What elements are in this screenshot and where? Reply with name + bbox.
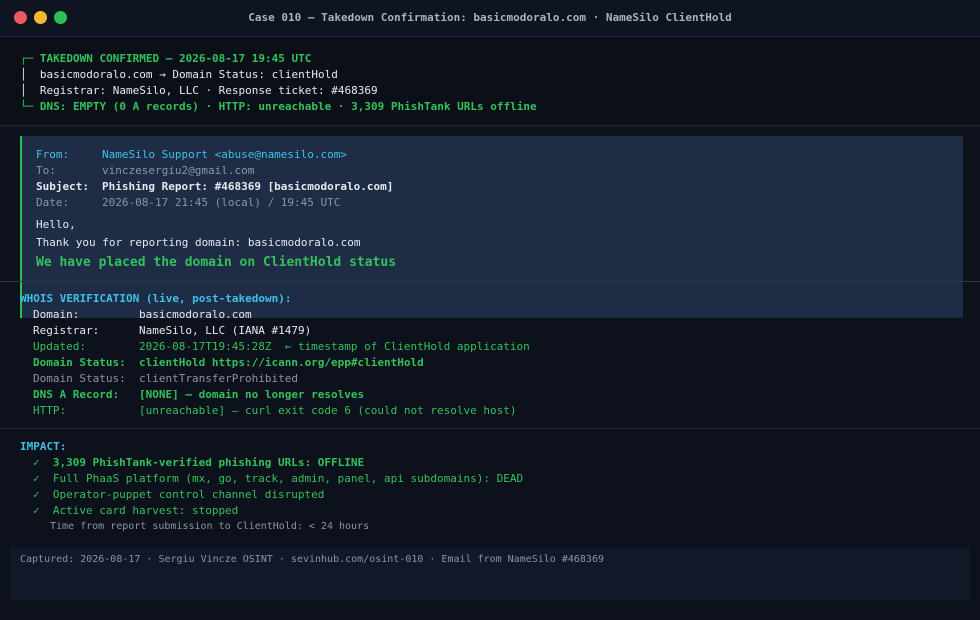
box-edge: │: [20, 68, 27, 81]
section-divider: [0, 428, 980, 429]
window-titlebar: Case 010 — Takedown Confirmation: basicm…: [0, 0, 980, 37]
email-headline: We have placed the domain on ClientHold …: [36, 255, 397, 270]
impact-item: ✓ Operator-puppet control channel disrup…: [33, 488, 325, 501]
whois-value: basicmodoralo.com: [139, 308, 252, 321]
impact-heading: IMPACT:: [20, 440, 67, 453]
email-from-value[interactable]: NameSilo Support <abuse@namesilo.com>: [102, 148, 347, 162]
check-icon: ✓: [33, 488, 40, 501]
email-subject-label: Subject:: [36, 180, 89, 193]
footer-caption: Captured: 2026-08-17 · Sergiu Vincze OSI…: [20, 554, 604, 565]
whois-label: HTTP:: [33, 404, 67, 417]
whois-label: Domain Status:: [33, 372, 126, 385]
window-title: Case 010 — Takedown Confirmation: basicm…: [248, 11, 732, 24]
impact-note: Time from report submission to ClientHol…: [50, 521, 370, 532]
takedown-confirmed-heading: TAKEDOWN CONFIRMED — 2026-08-17 19:45 UT…: [39, 52, 312, 65]
section-divider: [0, 281, 980, 282]
email-date-value: 2026-08-17 21:45 (local) / 19:45 UTC: [102, 196, 341, 209]
impact-item: ✓ 3,309 PhishTank-verified phishing URLs…: [33, 456, 365, 469]
banner-line-2: │ basicmodoralo.com → Domain Status: cli…: [20, 68, 338, 82]
box-corner-top: ┌─: [20, 52, 34, 65]
whois-value: NameSilo, LLC (IANA #1479): [139, 324, 312, 337]
whois-value: [unreachable] — curl exit code 6 (could …: [139, 404, 517, 417]
footer-panel: Captured: 2026-08-17 · Sergiu Vincze OSI…: [10, 547, 970, 600]
whois-value: clientTransferProhibited: [139, 372, 298, 385]
whois-value: [NONE] — domain no longer resolves: [139, 388, 365, 401]
check-icon: ✓: [33, 472, 40, 485]
banner-line-4: └─ DNS: EMPTY (0 A records) · HTTP: unre…: [20, 100, 537, 114]
whois-label: DNS A Record:: [33, 388, 120, 401]
email-greeting: Hello,: [36, 218, 76, 231]
box-edge: │: [20, 84, 27, 97]
email-body-line: Thank you for reporting domain: basicmod…: [36, 236, 361, 249]
check-icon: ✓: [33, 456, 40, 469]
check-icon: ✓: [33, 504, 40, 517]
banner-line-1: ┌─ TAKEDOWN CONFIRMED — 2026-08-17 19:45…: [20, 52, 311, 66]
domain-status-line: basicmodoralo.com → Domain Status: clien…: [39, 68, 338, 81]
email-from-label: From:: [36, 148, 70, 161]
takedown-banner: ┌─ TAKEDOWN CONFIRMED — 2026-08-17 19:45…: [0, 37, 980, 126]
whois-heading: WHOIS VERIFICATION (live, post-takedown)…: [20, 292, 292, 305]
whois-value: 2026-08-17T19:45:28Z ← timestamp of Clie…: [139, 340, 530, 353]
whois-label: Updated:: [33, 340, 86, 353]
email-subject-value: Phishing Report: #468369 [basicmodoralo.…: [102, 180, 394, 193]
whois-value[interactable]: clientHold https://icann.org/epp#clientH…: [139, 356, 424, 370]
registrar-ticket-line: Registrar: NameSilo, LLC · Response tick…: [39, 84, 378, 97]
email-to-value: vinczesergiu2@gmail.com: [102, 164, 255, 177]
impact-item: ✓ Full PhaaS platform (mx, go, track, ad…: [33, 472, 524, 485]
whois-label: Domain Status:: [33, 356, 126, 369]
whois-label: Registrar:: [33, 324, 100, 337]
box-corner-bottom: └─: [20, 100, 34, 113]
whois-label: Domain:: [33, 308, 80, 321]
dns-http-summary: DNS: EMPTY (0 A records) · HTTP: unreach…: [39, 100, 537, 113]
banner-line-3: │ Registrar: NameSilo, LLC · Response ti…: [20, 84, 378, 98]
email-date-label: Date:: [36, 196, 70, 209]
impact-item: ✓ Active card harvest: stopped: [33, 504, 239, 517]
email-to-label: To:: [36, 164, 56, 177]
